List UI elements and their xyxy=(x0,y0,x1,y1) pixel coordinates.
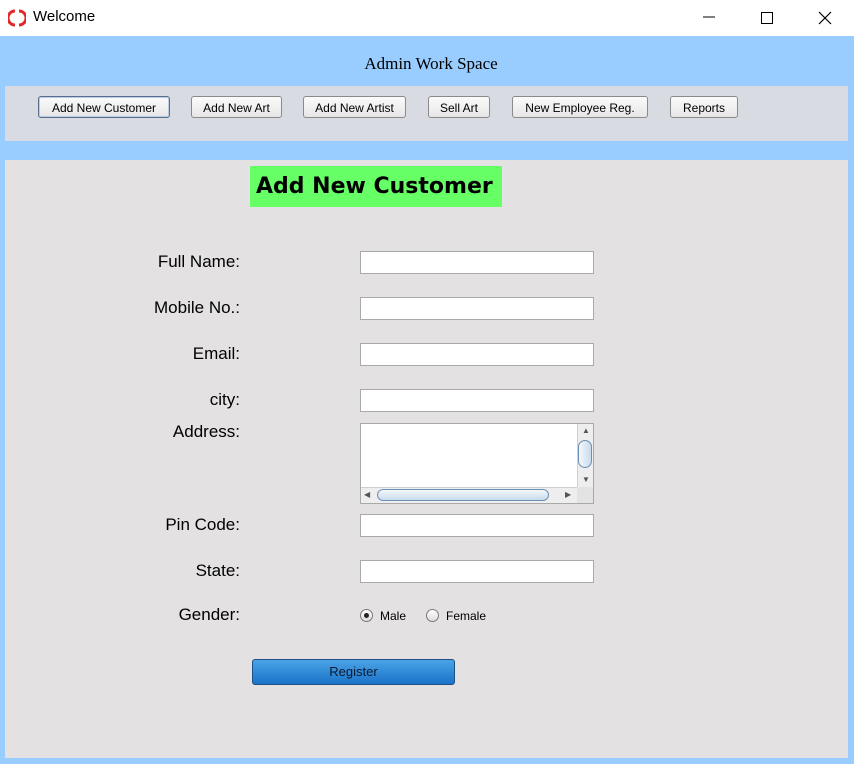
state-label: State: xyxy=(195,561,240,580)
pin-code-label: Pin Code: xyxy=(165,515,240,534)
scroll-up-icon[interactable]: ▲ xyxy=(582,427,590,435)
scroll-down-icon[interactable]: ▼ xyxy=(582,476,590,484)
city-label: city: xyxy=(209,390,240,409)
close-icon[interactable] xyxy=(796,0,854,36)
window-title-bar: Welcome xyxy=(0,0,854,36)
add-new-customer-button[interactable]: Add New Customer xyxy=(38,96,170,118)
minimize-icon[interactable] xyxy=(680,0,738,36)
address-horizontal-scrollbar[interactable]: ◀ ▶ xyxy=(361,487,577,503)
reports-button[interactable]: Reports xyxy=(670,96,738,118)
new-employee-reg-button[interactable]: New Employee Reg. xyxy=(512,96,648,118)
address-label: Address: xyxy=(172,422,240,441)
male-radio[interactable] xyxy=(360,609,373,622)
email-label: Email: xyxy=(192,344,240,363)
address-vertical-scrollbar[interactable]: ▲ ▼ xyxy=(577,424,593,487)
mobile-label: Mobile No.: xyxy=(154,298,240,317)
address-textarea[interactable] xyxy=(361,424,577,487)
maximize-icon[interactable] xyxy=(738,0,796,36)
scroll-corner xyxy=(577,487,593,503)
pin-code-input[interactable] xyxy=(360,514,594,537)
city-input[interactable] xyxy=(360,389,594,412)
form-heading: Add New Customer xyxy=(250,166,502,207)
scroll-left-icon[interactable]: ◀ xyxy=(364,491,370,499)
female-radio-label[interactable]: Female xyxy=(446,609,486,623)
email-input[interactable] xyxy=(360,343,594,366)
customer-form-panel: Add New Customer Full Name: Mobile No.: … xyxy=(5,160,848,758)
full-name-input[interactable] xyxy=(360,251,594,274)
app-icon xyxy=(6,9,28,27)
horizontal-scroll-thumb[interactable] xyxy=(377,489,549,501)
mobile-input[interactable] xyxy=(360,297,594,320)
sell-art-button[interactable]: Sell Art xyxy=(428,96,490,118)
add-new-artist-button[interactable]: Add New Artist xyxy=(303,96,406,118)
state-input[interactable] xyxy=(360,560,594,583)
full-name-label: Full Name: xyxy=(157,252,240,271)
vertical-scroll-thumb[interactable] xyxy=(578,440,592,468)
add-new-art-button[interactable]: Add New Art xyxy=(191,96,282,118)
gender-label: Gender: xyxy=(178,605,240,624)
scroll-right-icon[interactable]: ▶ xyxy=(565,491,571,499)
address-textarea-container: ▲ ▼ ◀ ▶ xyxy=(360,423,594,504)
male-radio-label[interactable]: Male xyxy=(380,609,406,623)
female-radio[interactable] xyxy=(426,609,439,622)
window-title: Welcome xyxy=(33,8,96,25)
toolbar: Add New Customer Add New Art Add New Art… xyxy=(5,86,848,141)
selected-dot-icon xyxy=(364,613,369,618)
register-button[interactable]: Register xyxy=(252,659,455,685)
workspace-title: Admin Work Space xyxy=(364,54,498,73)
